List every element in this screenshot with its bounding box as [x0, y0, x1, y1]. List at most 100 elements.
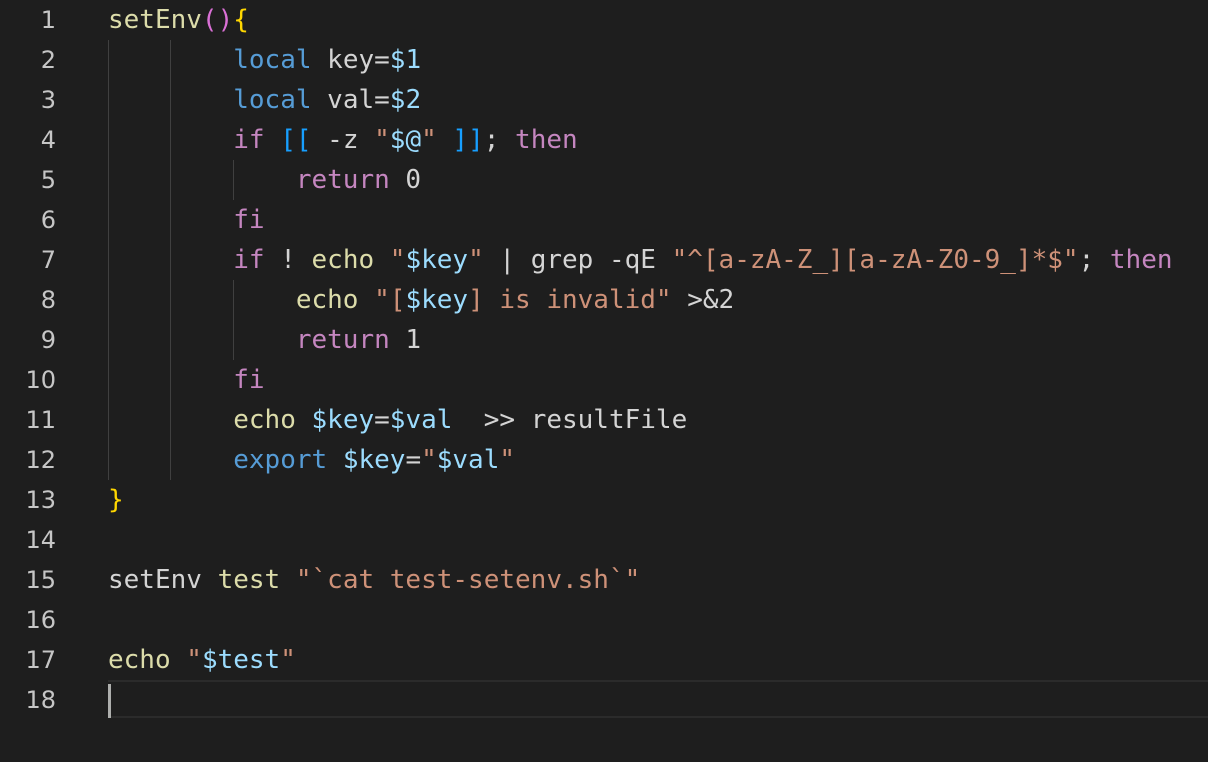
line-number: 8 [40, 286, 56, 314]
code-token: $key [342, 445, 406, 475]
code-line[interactable]: if ! echo "$key" | grep -qE "^[a-zA-Z_][… [108, 240, 1173, 280]
code-token: $1 [389, 45, 422, 75]
code-token: $@ [389, 125, 422, 155]
code-line[interactable]: return 1 [108, 320, 421, 360]
code-token: $2 [389, 85, 422, 115]
code-token: " [280, 645, 296, 675]
line-number: 5 [40, 166, 56, 194]
code-editor[interactable]: 1 2 3 4 5 6 7 8 9 10 11 12 13 14 15 16 17 18 setEnv(){ lo… [0, 0, 1208, 762]
code-line[interactable]: fi [108, 200, 265, 240]
line-number: 7 [40, 246, 56, 274]
line-number-gutter: 1 2 3 4 5 6 7 8 9 10 11 12 13 14 15 16 17 18 [0, 0, 80, 762]
code-token: local [233, 45, 312, 75]
code-token: >> resultFile [452, 405, 688, 435]
line-number: 11 [25, 406, 56, 434]
line-number: 2 [40, 46, 56, 74]
line-number: 17 [25, 646, 56, 674]
code-line[interactable]: echo $key=$val >> resultFile [108, 400, 687, 440]
code-token: $test [201, 645, 281, 675]
code-area[interactable]: setEnv(){ local key=$1 local val=$2 if [… [108, 0, 1208, 762]
code-token: setEnv [108, 565, 218, 595]
code-token: if [233, 245, 265, 275]
line-number: 13 [25, 486, 56, 514]
code-token: echo [311, 245, 375, 275]
code-token: { [233, 5, 249, 35]
code-token: test [217, 565, 281, 595]
line-number: 15 [25, 566, 56, 594]
code-token: ; [483, 125, 516, 155]
code-token: [[ [280, 125, 312, 155]
code-line[interactable]: } [108, 480, 124, 520]
line-number: 4 [40, 126, 56, 154]
line-number: 6 [40, 206, 56, 234]
code-token: "^[a-zA-Z_][a-zA-Z0-9_]*$" [671, 245, 1079, 275]
code-token: $key [405, 245, 469, 275]
code-line[interactable]: fi [108, 360, 264, 400]
code-token: } [108, 485, 124, 515]
code-line[interactable]: export $key="$val" [108, 440, 515, 480]
code-token: = [405, 445, 422, 475]
code-line[interactable]: return 0 [108, 160, 421, 200]
code-token: " [421, 125, 437, 155]
code-token: export [233, 445, 328, 475]
line-number: 9 [40, 326, 56, 354]
code-line[interactable]: setEnv test "`cat test-setenv.sh`" [108, 560, 640, 600]
code-token: fi [233, 205, 265, 235]
line-number: 18 [25, 686, 56, 714]
code-token: $key [311, 405, 375, 435]
code-token: $key [405, 285, 469, 315]
code-line[interactable]: local key=$1 [108, 40, 421, 80]
code-token: " [374, 125, 390, 155]
code-token: = [374, 405, 390, 435]
code-token: | grep -qE [483, 245, 672, 275]
code-token: echo [108, 645, 171, 675]
code-token: "[ [374, 285, 406, 315]
code-token: $val [389, 405, 453, 435]
code-token: >&2 [671, 285, 735, 315]
line-number: 12 [25, 446, 56, 474]
code-token: () [201, 5, 234, 35]
line-number: 14 [25, 526, 56, 554]
code-token: 0 [389, 165, 422, 195]
code-token: key= [311, 45, 390, 75]
code-token: " [389, 245, 406, 275]
text-cursor [108, 684, 111, 718]
code-token: ; [1078, 245, 1110, 275]
code-line[interactable]: if [[ -z "$@" ]]; then [108, 120, 577, 160]
code-token: then [1109, 245, 1173, 275]
code-token: ] is invalid" [468, 285, 672, 315]
code-token: 1 [389, 325, 422, 355]
code-token: $val [436, 445, 500, 475]
code-line[interactable]: local val=$2 [108, 80, 421, 120]
code-token: ]] [452, 125, 484, 155]
code-token: return [295, 325, 390, 355]
code-line[interactable]: echo "$test" [108, 640, 296, 680]
line-number: 16 [25, 606, 56, 634]
code-token: ! [264, 245, 312, 275]
code-token: echo [233, 405, 296, 435]
code-line[interactable]: setEnv(){ [108, 0, 249, 40]
code-token: "`cat test-setenv.sh`" [295, 565, 641, 595]
code-token: setEnv [108, 5, 202, 35]
line-number: 3 [40, 86, 56, 114]
code-line[interactable]: echo "[$key] is invalid" >&2 [108, 280, 734, 320]
code-token: " [499, 445, 516, 475]
